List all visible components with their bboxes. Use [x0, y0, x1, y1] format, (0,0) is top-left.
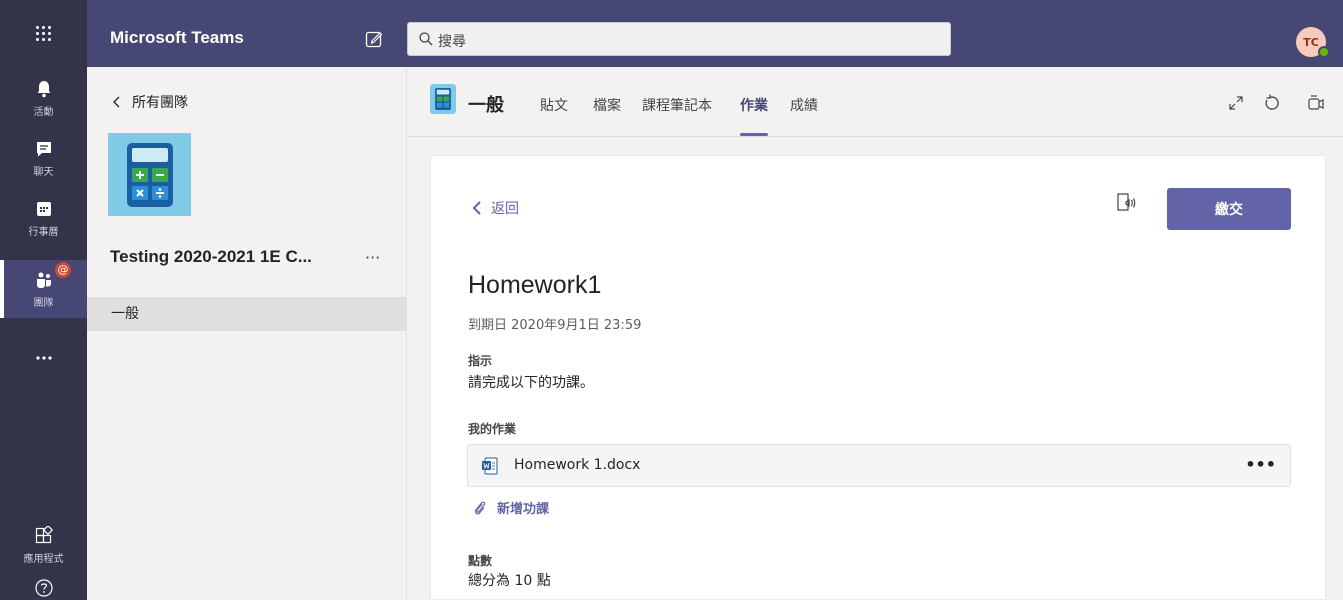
rail-item-more[interactable] — [0, 329, 87, 387]
rail-label: 活動 — [33, 106, 54, 118]
assignment-title: Homework1 — [468, 271, 602, 299]
tab-files[interactable]: 檔案 — [593, 95, 621, 115]
app-title: Microsoft Teams — [110, 28, 244, 47]
status-available-icon — [1318, 46, 1330, 58]
all-teams-link[interactable]: 所有團隊 — [112, 92, 188, 112]
expand-icon[interactable] — [1226, 93, 1246, 113]
compose-icon[interactable] — [365, 30, 383, 48]
refresh-icon[interactable] — [1262, 93, 1282, 113]
tab-posts[interactable]: 貼文 — [540, 95, 568, 115]
my-work-label: 我的作業 — [468, 422, 517, 436]
teams-icon — [36, 272, 51, 288]
rail-label: 聊天 — [33, 166, 54, 178]
assignment-card: 返回 繳交 Homework1 到期日 2020年9月1日 23:59 指示 請… — [430, 155, 1326, 600]
channel-header: 一般 貼文 檔案 課程筆記本 作業 成績 — [408, 67, 1343, 137]
meet-now-icon[interactable] — [1306, 93, 1326, 113]
rail-item-apps[interactable]: 應用程式 — [0, 516, 87, 574]
points-text: 總分為 10 點 — [468, 573, 551, 589]
calculator-icon — [435, 88, 451, 110]
rail-item-activity[interactable]: 活動 — [0, 69, 87, 127]
tab-grades[interactable]: 成績 — [790, 95, 818, 115]
chevron-left-icon — [472, 201, 481, 215]
team-avatar[interactable] — [108, 133, 191, 216]
add-work-label: 新增功課 — [497, 502, 550, 517]
due-date: 到期日 2020年9月1日 23:59 — [468, 318, 642, 333]
team-name[interactable]: Testing 2020-2021 1E C... — [110, 247, 312, 267]
search-icon — [419, 32, 433, 46]
search-input[interactable]: 搜尋 — [407, 22, 951, 56]
top-bar: Microsoft Teams 搜尋 TC — [0, 0, 1343, 67]
rail-item-help[interactable] — [0, 573, 87, 600]
waffle-icon — [36, 26, 51, 41]
paperclip-icon — [474, 501, 486, 515]
mention-badge: @ — [55, 262, 71, 278]
immersive-reader-icon[interactable] — [1115, 190, 1139, 214]
rail-label: 團隊 — [33, 297, 54, 309]
channel-item-general[interactable]: 一般 — [87, 297, 407, 331]
team-more-options[interactable]: ··· — [365, 248, 380, 267]
app-rail: 活動 聊天 行事曆 @ 團隊 應用程式 — [0, 67, 87, 600]
channel-name: 一般 — [468, 95, 504, 116]
submit-button[interactable]: 繳交 — [1167, 188, 1291, 230]
attachment-more-options[interactable]: ••• — [1245, 455, 1276, 474]
instructions-text: 請完成以下的功課。 — [468, 375, 594, 391]
instructions-label: 指示 — [468, 354, 493, 368]
chat-icon — [36, 141, 51, 156]
rail-item-teams[interactable]: @ 團隊 — [0, 260, 87, 318]
app-launcher-button[interactable] — [0, 0, 87, 67]
rail-label: 行事曆 — [28, 226, 59, 238]
more-icon — [35, 356, 52, 360]
rail-item-chat[interactable]: 聊天 — [0, 129, 87, 187]
attachment-row[interactable]: Homework 1.docx ••• — [467, 444, 1291, 487]
points-label: 點數 — [468, 554, 493, 568]
calculator-icon — [126, 142, 173, 207]
rail-item-calendar[interactable]: 行事曆 — [0, 189, 87, 247]
back-label: 返回 — [491, 201, 519, 217]
add-work-button[interactable]: 新增功課 — [473, 498, 549, 517]
word-document-icon — [482, 457, 498, 475]
tab-assignments[interactable]: 作業 — [740, 95, 768, 136]
channel-avatar — [430, 84, 456, 114]
help-icon — [34, 579, 53, 597]
search-placeholder: 搜尋 — [438, 34, 466, 50]
tab-class-notebook[interactable]: 課程筆記本 — [642, 95, 712, 115]
bell-icon — [37, 80, 50, 97]
apps-icon — [35, 525, 53, 543]
rail-label: 應用程式 — [23, 553, 64, 565]
all-teams-label: 所有團隊 — [132, 95, 188, 111]
calendar-icon — [36, 201, 51, 216]
back-link[interactable]: 返回 — [471, 198, 519, 218]
chevron-left-icon — [113, 96, 120, 108]
team-panel: 所有團隊 Testing 2020-2021 1E C... ··· 一般 — [87, 67, 407, 600]
attachment-name[interactable]: Homework 1.docx — [514, 457, 640, 473]
